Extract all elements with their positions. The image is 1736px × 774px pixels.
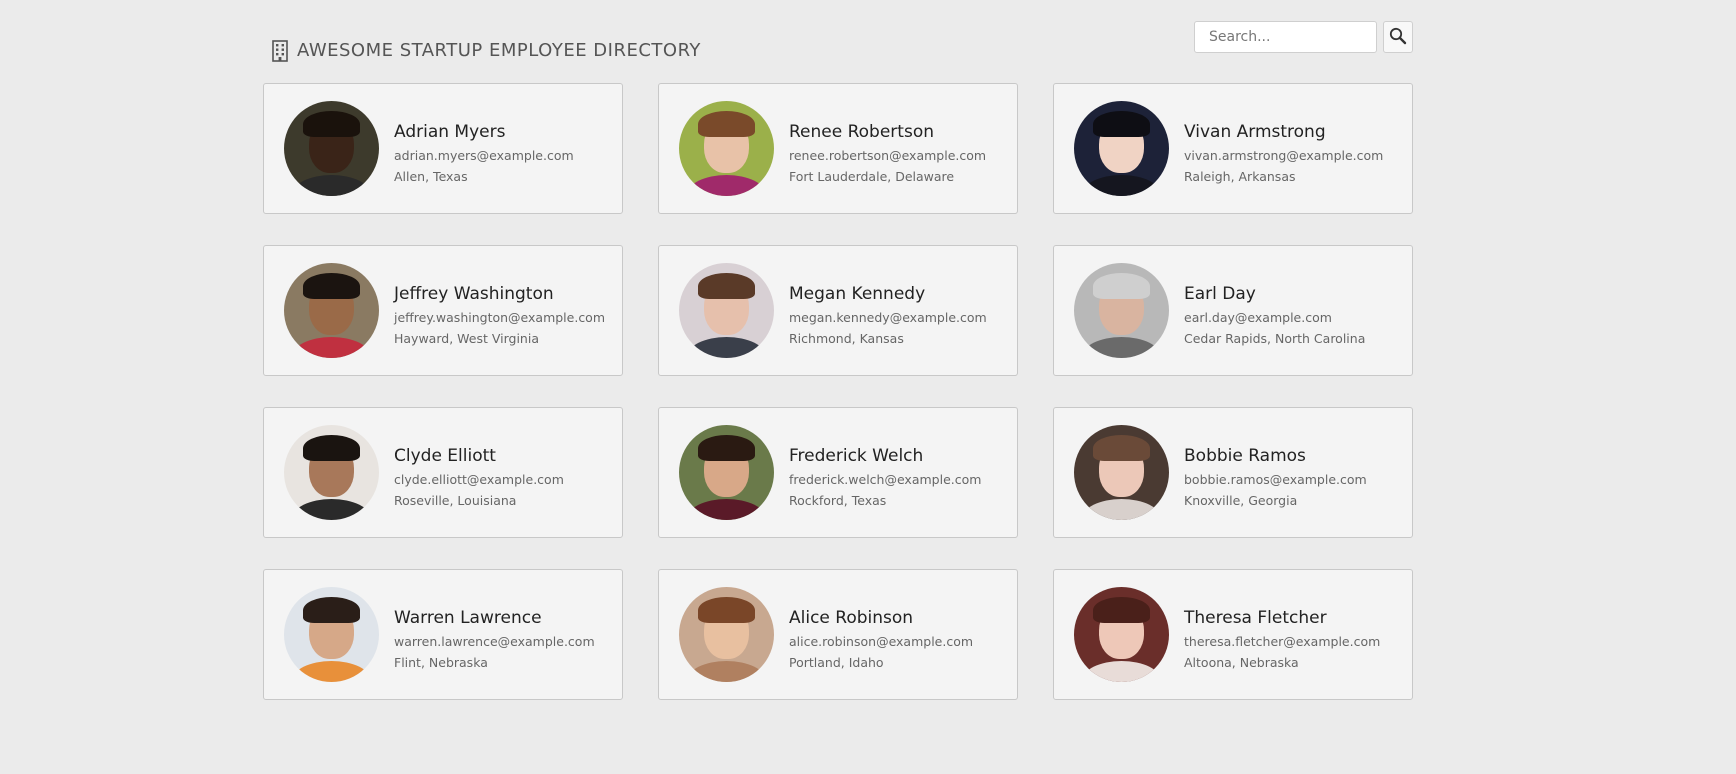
employee-info: Alice Robinson alice.robinson@example.com… [789, 608, 973, 670]
employee-avatar [1074, 587, 1169, 682]
page-header: AWESOME STARTUP EMPLOYEE DIRECTORY [263, 20, 1413, 66]
employee-avatar [1074, 101, 1169, 196]
building-icon [271, 39, 289, 62]
employee-email: theresa.fletcher@example.com [1184, 633, 1381, 649]
employee-info: Renee Robertson renee.robertson@example.c… [789, 122, 986, 184]
employee-location: Altoona, Nebraska [1184, 654, 1299, 670]
employee-name: Alice Robinson [789, 607, 914, 628]
employee-location: Richmond, Kansas [789, 330, 904, 346]
employee-name: Megan Kennedy [789, 283, 926, 304]
employee-card[interactable]: Frederick Welch frederick.welch@example.c… [658, 407, 1018, 538]
employee-card[interactable]: Adrian Myers adrian.myers@example.com Alle… [263, 83, 623, 214]
employee-email: renee.robertson@example.com [789, 147, 987, 163]
employee-location: Raleigh, Arkansas [1184, 168, 1296, 184]
employee-card[interactable]: Bobbie Ramos bobbie.ramos@example.com Knox… [1053, 407, 1413, 538]
employee-avatar [679, 101, 774, 196]
employee-email: megan.kennedy@example.com [789, 309, 987, 325]
employee-card[interactable]: Clyde Elliott clyde.elliott@example.com Ro… [263, 407, 623, 538]
employee-card[interactable]: Renee Robertson renee.robertson@example.c… [658, 83, 1018, 214]
employee-card[interactable]: Vivan Armstrong vivan.armstrong@example.c… [1053, 83, 1413, 214]
search-button[interactable] [1383, 21, 1413, 53]
employee-name: Warren Lawrence [394, 607, 542, 628]
employee-name: Clyde Elliott [394, 445, 496, 466]
employee-name: Renee Robertson [789, 121, 934, 142]
employee-location: Fort Lauderdale, Delaware [789, 168, 955, 184]
employee-info: Adrian Myers adrian.myers@example.com Alle… [394, 122, 574, 184]
employee-avatar [284, 587, 379, 682]
employee-info: Clyde Elliott clyde.elliott@example.com Ro… [394, 446, 564, 508]
employee-card[interactable]: Earl Day earl.day@example.com Cedar Rapids… [1053, 245, 1413, 376]
employee-avatar [1074, 425, 1169, 520]
directory-page: AWESOME STARTUP EMPLOYEE DIRECTORY Adria… [0, 0, 1736, 774]
employee-email: adrian.myers@example.com [394, 147, 574, 163]
employee-name: Jeffrey Washington [394, 283, 554, 304]
search-icon [1389, 27, 1407, 48]
employee-name: Theresa Fletcher [1184, 607, 1327, 628]
employee-location: Allen, Texas [394, 168, 468, 184]
employee-name: Earl Day [1184, 283, 1256, 304]
employee-email: clyde.elliott@example.com [394, 471, 564, 487]
employee-name: Adrian Myers [394, 121, 506, 142]
employee-gallery: Adrian Myers adrian.myers@example.com Alle… [263, 83, 1413, 700]
employee-avatar [679, 263, 774, 358]
employee-name: Vivan Armstrong [1184, 121, 1326, 142]
employee-card[interactable]: Jeffrey Washington jeffrey.washington@exa… [263, 245, 623, 376]
employee-card[interactable]: Warren Lawrence warren.lawrence@example.c… [263, 569, 623, 700]
search-input[interactable] [1194, 21, 1377, 53]
employee-info: Bobbie Ramos bobbie.ramos@example.com Knox… [1184, 446, 1367, 508]
employee-info: Jeffrey Washington jeffrey.washington@exa… [394, 284, 605, 346]
employee-card[interactable]: Theresa Fletcher theresa.fletcher@example… [1053, 569, 1413, 700]
employee-email: alice.robinson@example.com [789, 633, 974, 649]
employee-location: Cedar Rapids, North Carolina [1184, 330, 1366, 346]
employee-avatar [679, 425, 774, 520]
employee-info: Theresa Fletcher theresa.fletcher@example… [1184, 608, 1380, 670]
employee-info: Warren Lawrence warren.lawrence@example.c… [394, 608, 595, 670]
employee-avatar [284, 101, 379, 196]
employee-avatar [284, 425, 379, 520]
employee-avatar [679, 587, 774, 682]
employee-location: Rockford, Texas [789, 492, 887, 508]
employee-location: Roseville, Louisiana [394, 492, 517, 508]
employee-card[interactable]: Alice Robinson alice.robinson@example.com… [658, 569, 1018, 700]
employee-info: Earl Day earl.day@example.com Cedar Rapids… [1184, 284, 1365, 346]
employee-location: Hayward, West Virginia [394, 330, 539, 346]
employee-email: bobbie.ramos@example.com [1184, 471, 1367, 487]
brand: AWESOME STARTUP EMPLOYEE DIRECTORY [271, 28, 701, 73]
employee-location: Flint, Nebraska [394, 654, 488, 670]
employee-card[interactable]: Megan Kennedy megan.kennedy@example.com Ri… [658, 245, 1018, 376]
employee-name: Bobbie Ramos [1184, 445, 1306, 466]
page-title: AWESOME STARTUP EMPLOYEE DIRECTORY [297, 40, 701, 62]
employee-avatar [284, 263, 379, 358]
employee-email: frederick.welch@example.com [789, 471, 982, 487]
employee-info: Megan Kennedy megan.kennedy@example.com Ri… [789, 284, 987, 346]
employee-location: Knoxville, Georgia [1184, 492, 1298, 508]
employee-email: jeffrey.washington@example.com [394, 309, 606, 325]
employee-info: Vivan Armstrong vivan.armstrong@example.c… [1184, 122, 1383, 184]
employee-email: warren.lawrence@example.com [394, 633, 595, 649]
employee-name: Frederick Welch [789, 445, 924, 466]
employee-email: vivan.armstrong@example.com [1184, 147, 1384, 163]
employee-location: Portland, Idaho [789, 654, 884, 670]
search-form [1194, 21, 1413, 53]
employee-avatar [1074, 263, 1169, 358]
employee-email: earl.day@example.com [1184, 309, 1332, 325]
employee-info: Frederick Welch frederick.welch@example.c… [789, 446, 981, 508]
